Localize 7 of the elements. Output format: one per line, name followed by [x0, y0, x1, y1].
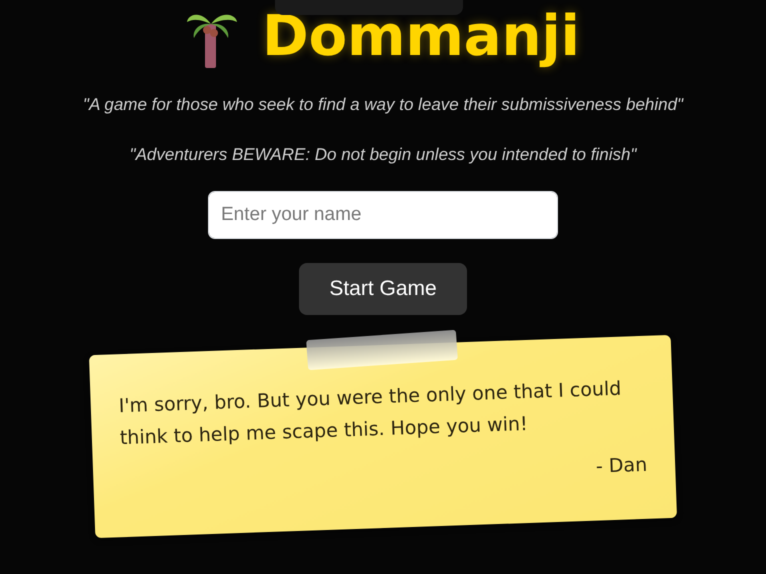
note-message: I'm sorry, bro. But you were the only one that I could think to help me scape this. Hope you win! — [118, 376, 623, 451]
start-game-button[interactable]: Start Game — [299, 263, 467, 314]
tagline: "Adventurers BEWARE: Do not begin unless you intended to finish" — [130, 144, 636, 166]
app-title: Dommanji — [262, 9, 580, 65]
tagline: "A game for those who seek to find a way to leave their submissiveness behind" — [82, 94, 684, 116]
note-signature: - Dan — [594, 452, 648, 479]
name-field[interactable]: Enter your name — [208, 191, 558, 239]
